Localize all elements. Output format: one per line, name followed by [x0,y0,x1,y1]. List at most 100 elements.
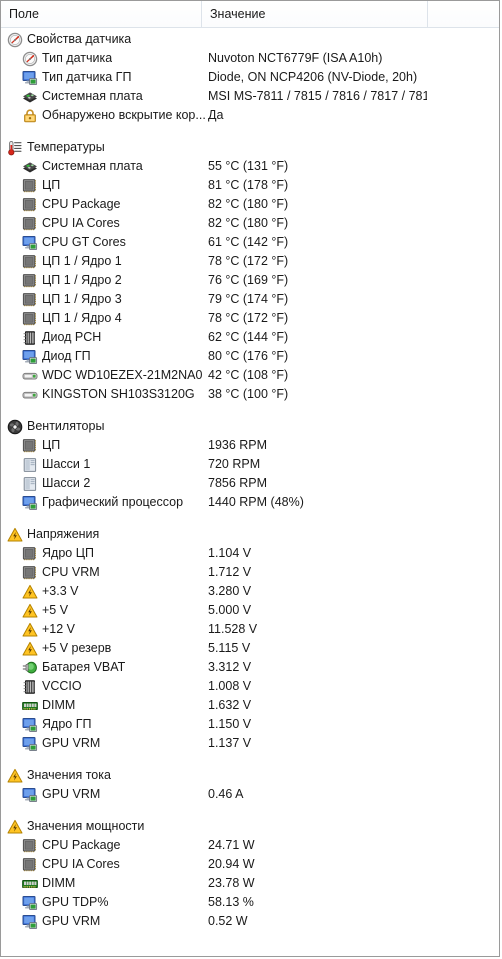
sensor-row[interactable]: GPU TDP% 58.13 % [1,893,499,912]
sensor-row[interactable]: GPU VRM 0.52 W [1,912,499,931]
sensor-label: CPU VRM [42,565,100,579]
sensor-row[interactable]: +3.3 V 3.280 V [1,582,499,601]
sensor-label: Тип датчика ГП [42,70,132,84]
sensor-row[interactable]: ЦП 81 °C (178 °F) [1,176,499,195]
sensor-row[interactable]: DIMM 1.632 V [1,696,499,715]
sensor-value: 55 °C (131 °F) [208,159,289,173]
sensor-value: 1.150 V [208,717,252,731]
sensor-value: 62 °C (144 °F) [208,330,289,344]
sensor-row[interactable]: +5 V резерв 5.115 V [1,639,499,658]
sensor-value: 3.312 V [208,660,252,674]
sensor-row[interactable]: Графический процессор 1440 RPM (48%) [1,493,499,512]
sensor-label: +12 V [42,622,76,636]
sensor-row[interactable]: Диод ГП 80 °C (176 °F) [1,347,499,366]
sensor-label: Диод PCH [42,330,102,344]
column-header-field[interactable]: Поле [1,1,201,27]
chip-icon [22,679,38,695]
sensor-label: Шасси 2 [42,476,91,490]
section-header-свойства-датчика[interactable]: Свойства датчика [1,30,499,49]
sensor-label: DIMM [42,876,76,890]
sensor-value: 24.71 W [208,838,255,852]
sensor-row[interactable]: CPU IA Cores 20.94 W [1,855,499,874]
sensor-row[interactable]: ЦП 1 / Ядро 2 76 °C (169 °F) [1,271,499,290]
sensor-name-cell: ЦП [1,176,222,195]
sensor-row[interactable]: GPU VRM 1.137 V [1,734,499,753]
warning-icon [7,527,23,543]
sensor-label: +5 V резерв [42,641,112,655]
column-header-value[interactable]: Значение [201,1,427,27]
sensor-value: 11.528 V [208,622,258,636]
monitor-icon [22,235,38,251]
sensor-row[interactable]: CPU GT Cores 61 °C (142 °F) [1,233,499,252]
sensor-label: ЦП 1 / Ядро 2 [42,273,122,287]
sensor-label: ЦП 1 / Ядро 3 [42,292,122,306]
sensor-row[interactable]: ЦП 1 / Ядро 3 79 °C (174 °F) [1,290,499,309]
sensor-label: CPU IA Cores [42,216,120,230]
section-header-значения-тока[interactable]: Значения тока [1,766,499,785]
sensor-row[interactable]: Диод PCH 62 °C (144 °F) [1,328,499,347]
section-header-напряжения[interactable]: Напряжения [1,525,499,544]
section-header-cell: Значения мощности [1,817,207,836]
cpu-icon [22,857,38,873]
sensor-row[interactable]: DIMM 23.78 W [1,874,499,893]
section-header-вентиляторы[interactable]: Вентиляторы [1,417,499,436]
sensor-row[interactable]: KINGSTON SH103S3120G 38 °C (100 °F) [1,385,499,404]
sensor-label: ЦП 1 / Ядро 4 [42,311,122,325]
section-header-температуры[interactable]: Температуры [1,138,499,157]
sensor-label: GPU TDP% [42,895,109,909]
sensor-row[interactable]: Тип датчика ГП Diode, ON NCP4206 (NV-Diod… [1,68,499,87]
sensor-row[interactable]: Системная плата MSI MS-7811 / 7815 / 7816… [1,87,499,106]
sensor-name-cell: Шасси 2 [1,474,222,493]
sensor-row[interactable]: ЦП 1936 RPM [1,436,499,455]
chassis-icon [22,457,38,473]
sensor-row[interactable]: Ядро ГП 1.150 V [1,715,499,734]
sensor-label: CPU GT Cores [42,235,126,249]
sensor-row[interactable]: CPU IA Cores 82 °C (180 °F) [1,214,499,233]
sensor-row[interactable]: CPU Package 82 °C (180 °F) [1,195,499,214]
sensor-value: 23.78 W [208,876,255,890]
warning-icon [22,641,38,657]
sensor-value: MSI MS-7811 / 7815 / 7816 / 7817 / 781..… [208,89,427,103]
sensor-value: 7856 RPM [208,476,268,490]
sensor-row[interactable]: CPU VRM 1.712 V [1,563,499,582]
sensor-row[interactable]: Обнаружено вскрытие кор... Да [1,106,499,125]
sensor-value: 1.712 V [208,565,252,579]
sensor-row[interactable]: Шасси 2 7856 RPM [1,474,499,493]
sensor-name-cell: GPU TDP% [1,893,222,912]
sensor-name-cell: +5 V [1,601,222,620]
sensor-row[interactable]: Шасси 1 720 RPM [1,455,499,474]
sensor-row[interactable]: Системная плата 55 °C (131 °F) [1,157,499,176]
sensor-row[interactable]: Тип датчика Nuvoton NCT6779F (ISA A10h) [1,49,499,68]
sensor-row[interactable]: ЦП 1 / Ядро 4 78 °C (172 °F) [1,309,499,328]
monitor-icon [22,914,38,930]
sensor-name-cell: CPU Package [1,836,222,855]
sensor-row[interactable]: ЦП 1 / Ядро 1 78 °C (172 °F) [1,252,499,271]
monitor-icon [22,736,38,752]
sensor-name-cell: WDC WD10EZEX-21M2NA0 [1,366,222,385]
sensor-label: CPU Package [42,197,121,211]
sensor-name-cell: CPU IA Cores [1,214,222,233]
sensor-row[interactable]: Ядро ЦП 1.104 V [1,544,499,563]
column-header-extra[interactable] [427,1,501,27]
sensor-row[interactable]: +5 V 5.000 V [1,601,499,620]
sensor-value: 58.13 % [208,895,254,909]
sensor-row[interactable]: WDC WD10EZEX-21M2NA0 42 °C (108 °F) [1,366,499,385]
mainboard-icon [22,89,38,105]
sensor-name-cell: GPU VRM [1,912,222,931]
sensor-row[interactable]: +12 V 11.528 V [1,620,499,639]
sensor-row[interactable]: Батарея VBAT 3.312 V [1,658,499,677]
sensor-row[interactable]: GPU VRM 0.46 A [1,785,499,804]
sensor-name-cell: Системная плата [1,157,222,176]
cpu-icon [22,178,38,194]
section-header-cell: Вентиляторы [1,417,207,436]
section-header-значения-мощности[interactable]: Значения мощности [1,817,499,836]
lock-icon [22,108,38,124]
fan-icon [7,419,23,435]
sensor-name-cell: Ядро ЦП [1,544,222,563]
sensor-name-cell: CPU IA Cores [1,855,222,874]
sensor-label: ЦП 1 / Ядро 1 [42,254,122,268]
sensor-row[interactable]: CPU Package 24.71 W [1,836,499,855]
sensor-row[interactable]: VCCIO 1.008 V [1,677,499,696]
